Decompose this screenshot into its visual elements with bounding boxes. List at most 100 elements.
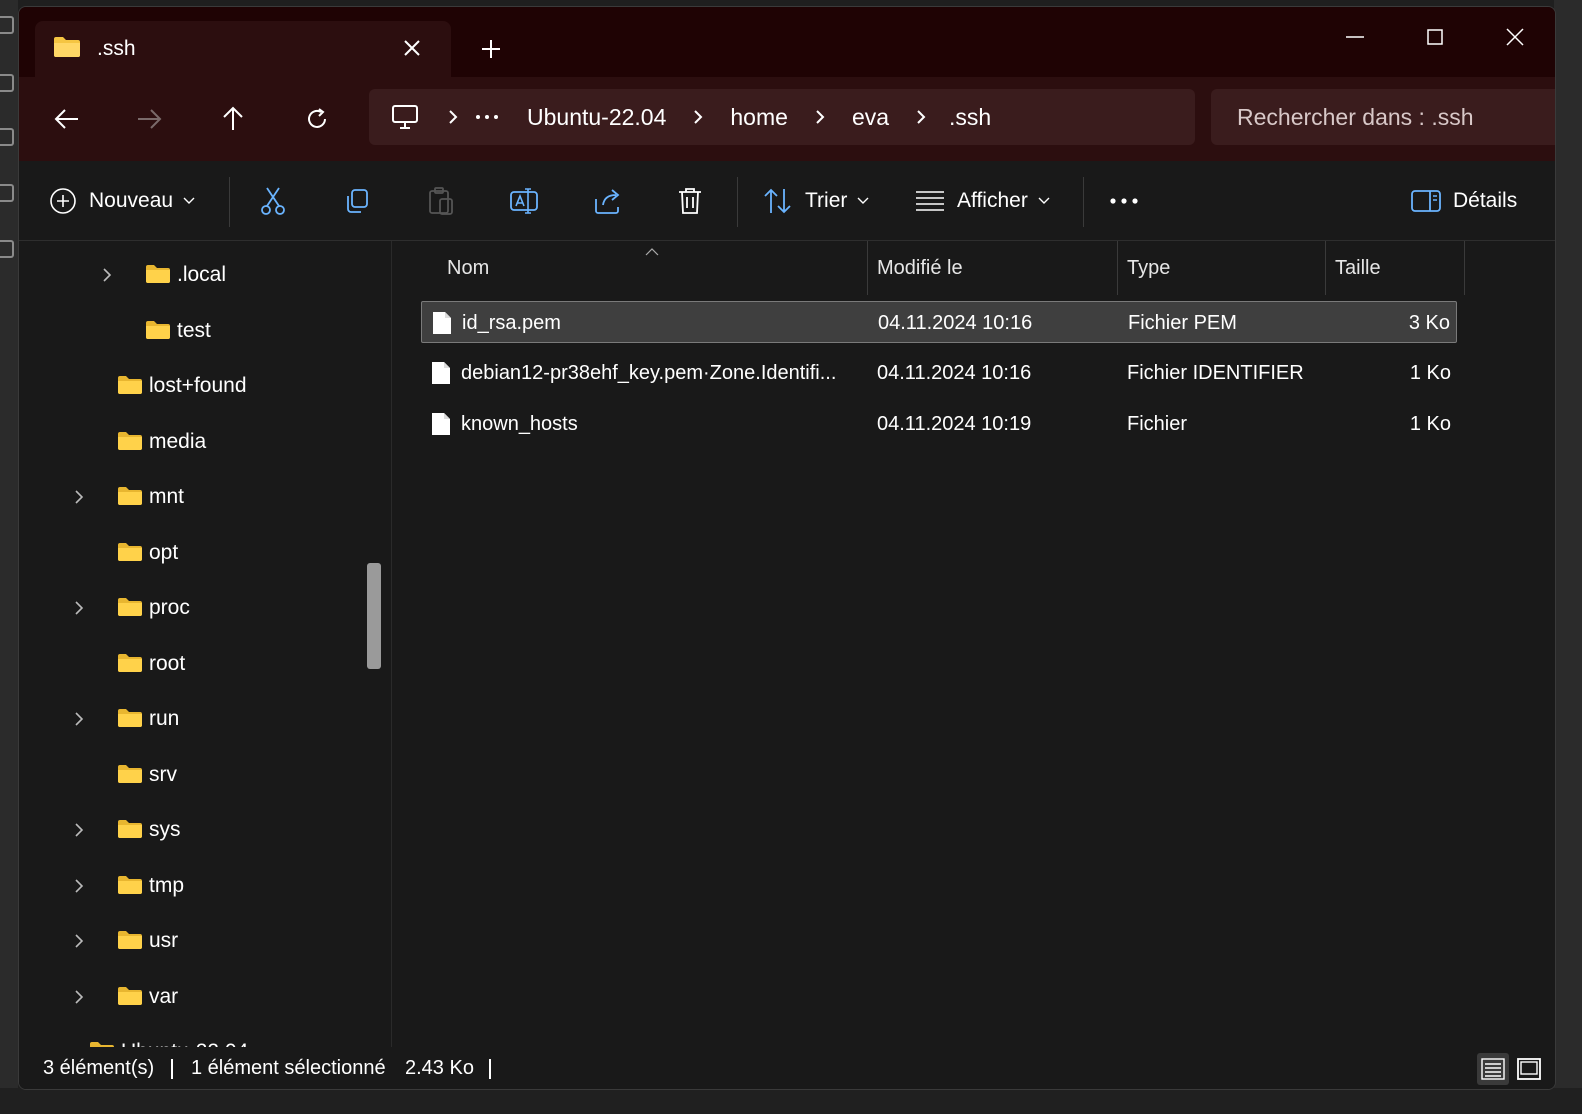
status-bar: 3 élément(s) 1 élément sélectionné 2.43 … xyxy=(19,1047,1555,1089)
tree-item[interactable]: run xyxy=(19,699,359,739)
computer-icon xyxy=(391,104,419,130)
column-header-name[interactable]: Nom xyxy=(437,241,867,295)
tree-item-label: test xyxy=(177,318,211,342)
details-view-icon xyxy=(1481,1058,1505,1080)
file-row[interactable]: id_rsa.pem 04.11.2024 10:16 Fichier PEM 3 K… xyxy=(421,301,1457,343)
file-row[interactable]: debian12-pr38ehf_key.pem·Zone.Identifi..… xyxy=(421,352,1457,394)
file-row[interactable]: known_hosts 04.11.2024 10:19 Fichier 1 Ko xyxy=(421,403,1457,445)
new-tab-button[interactable] xyxy=(477,35,505,63)
tree-item-label: sys xyxy=(149,818,181,841)
copy-button[interactable] xyxy=(343,181,371,221)
folder-icon xyxy=(117,486,143,512)
tree-item-label: .local xyxy=(177,263,227,286)
pane-divider[interactable] xyxy=(391,241,392,1047)
breadcrumb-ubuntu[interactable]: Ubuntu-22.04 xyxy=(527,104,666,131)
view-button[interactable]: Afficher xyxy=(915,181,1050,221)
forward-button[interactable] xyxy=(131,101,167,137)
delete-button[interactable] xyxy=(677,181,703,221)
breadcrumb-eva[interactable]: eva xyxy=(852,104,889,131)
rename-icon xyxy=(509,186,539,216)
address-bar[interactable]: Ubuntu-22.04 home eva .ssh xyxy=(369,89,1195,145)
paste-button[interactable] xyxy=(427,181,455,221)
tree-item[interactable]: proc xyxy=(19,588,359,628)
tree-item-label: root xyxy=(149,651,186,675)
chevron-right-icon[interactable] xyxy=(69,712,89,726)
chevron-right-icon[interactable] xyxy=(69,878,89,893)
tiles-view-button[interactable] xyxy=(1513,1053,1545,1085)
refresh-button[interactable] xyxy=(299,101,335,137)
chevron-right-icon[interactable] xyxy=(69,823,89,837)
tree-item-label: var xyxy=(149,984,179,1008)
tree-item[interactable]: tmp xyxy=(19,866,359,906)
minimize-button[interactable] xyxy=(1335,19,1375,55)
tree-item[interactable]: usr xyxy=(19,921,359,961)
chevron-right-icon[interactable] xyxy=(69,490,89,504)
tree-item[interactable]: root xyxy=(19,644,359,684)
toolbar-divider xyxy=(737,177,738,227)
tree-item[interactable]: var xyxy=(19,977,359,1017)
folder-icon xyxy=(117,930,143,956)
details-view-button[interactable] xyxy=(1477,1053,1509,1085)
tree-item[interactable]: .local xyxy=(19,255,359,295)
chevron-down-icon xyxy=(183,197,195,205)
tab-ssh[interactable]: .ssh xyxy=(35,21,451,77)
back-button[interactable] xyxy=(49,101,85,137)
details-pane-button[interactable]: Détails xyxy=(1411,181,1517,221)
more-locations-icon[interactable] xyxy=(475,114,499,120)
file-name: known_hosts xyxy=(461,412,578,435)
file-list: Nom Modifié le Type Taille id_rsa.pem 04.… xyxy=(393,241,1555,1047)
file-modified: 04.11.2024 10:19 xyxy=(877,412,1032,435)
chevron-right-icon[interactable] xyxy=(680,109,716,125)
chevron-right-icon[interactable] xyxy=(435,109,471,125)
chevron-right-icon[interactable] xyxy=(69,934,89,948)
scissors-icon xyxy=(259,186,287,216)
search-input[interactable]: Rechercher dans : .ssh xyxy=(1211,89,1555,145)
column-header-modified[interactable]: Modifié le xyxy=(867,241,1117,295)
breadcrumb-ssh[interactable]: .ssh xyxy=(949,104,991,131)
chevron-right-icon[interactable] xyxy=(69,989,89,1004)
tree-item[interactable]: sys xyxy=(19,810,359,850)
column-divider[interactable] xyxy=(1464,241,1465,295)
selection-count: 1 élément sélectionné xyxy=(191,1057,386,1079)
more-options-button[interactable] xyxy=(1109,181,1139,221)
folder-icon xyxy=(117,375,143,401)
tree-item[interactable]: srv xyxy=(19,755,359,795)
file-name: debian12-pr38ehf_key.pem·Zone.Identifi..… xyxy=(461,361,837,384)
column-header-type[interactable]: Type xyxy=(1117,241,1325,295)
folder-icon xyxy=(117,708,143,734)
chevron-right-icon[interactable] xyxy=(903,109,939,125)
column-header-size[interactable]: Taille xyxy=(1325,241,1465,295)
folder-icon xyxy=(117,542,143,568)
chevron-right-icon[interactable] xyxy=(802,109,838,125)
breadcrumb-home[interactable]: home xyxy=(730,104,788,131)
rename-button[interactable] xyxy=(509,181,539,221)
share-button[interactable] xyxy=(593,181,623,221)
cut-button[interactable] xyxy=(259,181,287,221)
close-tab-icon[interactable] xyxy=(399,35,425,61)
tree-item[interactable]: Ubuntu-22.04 xyxy=(19,1032,359,1047)
folder-icon xyxy=(53,36,81,63)
share-icon xyxy=(593,187,623,215)
tree-item[interactable]: lost+found xyxy=(19,366,359,406)
tree-item[interactable]: media xyxy=(19,422,359,462)
tree-item[interactable]: test xyxy=(19,311,359,351)
tree-item[interactable]: opt xyxy=(19,533,359,573)
maximize-button[interactable] xyxy=(1415,19,1455,55)
tree-item[interactable]: mnt xyxy=(19,477,359,517)
chevron-right-icon[interactable] xyxy=(97,268,117,282)
folder-icon xyxy=(117,819,143,845)
background-icon xyxy=(0,128,14,146)
new-button[interactable]: Nouveau xyxy=(49,181,195,221)
sort-button[interactable]: Trier xyxy=(763,181,869,221)
status-divider xyxy=(171,1059,173,1079)
sort-icon xyxy=(763,187,793,215)
tree-item-label: proc xyxy=(149,596,190,619)
file-size: 1 Ko xyxy=(1409,412,1451,435)
background-icon xyxy=(0,16,14,34)
up-button[interactable] xyxy=(215,101,251,137)
file-type: Fichier xyxy=(1127,412,1188,435)
close-window-button[interactable] xyxy=(1495,19,1535,55)
nav-pane-scrollbar[interactable] xyxy=(367,563,381,669)
tree-item-label: Ubuntu-22.04 xyxy=(121,1040,248,1047)
chevron-right-icon[interactable] xyxy=(69,601,89,615)
